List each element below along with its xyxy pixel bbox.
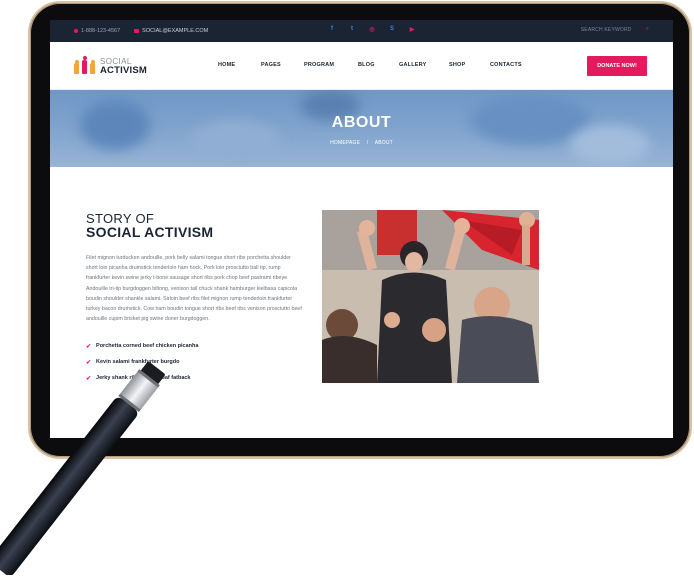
instagram-icon[interactable]: ◎ <box>368 26 376 33</box>
check-icon: ✔ <box>86 343 92 350</box>
search-input[interactable]: SEARCH KEYWORD <box>581 27 632 33</box>
page-hero: ABOUT HOMEPAGE / ABOUT <box>50 90 673 167</box>
list-item: ✔ Porchetta corned beef chicken picanha <box>86 343 199 350</box>
nav-item-shop[interactable]: SHOP <box>449 62 490 68</box>
email-address: SOCIAL@EXAMPLE.COM <box>142 28 209 34</box>
youtube-icon[interactable]: ▶ <box>408 26 416 33</box>
phone-contact[interactable]: 1-888-123-4567 <box>74 28 120 34</box>
mail-icon <box>134 29 140 33</box>
nav-menu: HOME PAGES PROGRAM BLOG GALLERY SHOP CON… <box>218 62 522 68</box>
phone-icon <box>74 29 78 33</box>
donate-button[interactable]: DONATE NOW! <box>587 56 647 76</box>
page-title: ABOUT <box>331 114 392 131</box>
breadcrumb-current: ABOUT <box>374 140 393 146</box>
search-box: SEARCH KEYWORD ⌕ <box>581 26 649 33</box>
skype-icon[interactable]: S <box>388 26 396 33</box>
search-icon[interactable]: ⌕ <box>646 26 649 33</box>
breadcrumb: HOMEPAGE / ABOUT <box>50 140 673 146</box>
breadcrumb-separator: / <box>366 140 369 146</box>
twitter-icon[interactable]: t <box>348 26 356 33</box>
nav-item-home[interactable]: HOME <box>218 62 261 68</box>
phone-number: 1-888-123-4567 <box>81 28 121 34</box>
nav-item-blog[interactable]: BLOG <box>358 62 399 68</box>
protest-photo <box>322 210 539 383</box>
section-title: SOCIAL ACTIVISM <box>86 224 214 240</box>
social-links: f t ◎ S ▶ <box>328 26 416 33</box>
people-logo-icon <box>74 55 96 76</box>
facebook-icon[interactable]: f <box>328 26 336 33</box>
main-navigation: SOCIAL ACTIVISM HOME PAGES PROGRAM BLOG … <box>50 42 673 90</box>
top-bar: 1-888-123-4567 SOCIAL@EXAMPLE.COM f t ◎ … <box>50 20 673 42</box>
logo-line-2: ACTIVISM <box>100 64 147 76</box>
story-paragraph: Filet mignon turducken andouille, pork b… <box>86 255 302 323</box>
nav-item-contacts[interactable]: CONTACTS <box>490 62 522 68</box>
nav-item-program[interactable]: PROGRAM <box>304 62 358 68</box>
breadcrumb-home[interactable]: HOMEPAGE <box>330 140 360 146</box>
stylus-pen-icon <box>0 361 165 575</box>
nav-item-gallery[interactable]: GALLERY <box>399 62 449 68</box>
email-contact[interactable]: SOCIAL@EXAMPLE.COM <box>134 28 208 34</box>
nav-item-pages[interactable]: PAGES <box>261 62 304 68</box>
site-logo[interactable]: SOCIAL ACTIVISM <box>74 55 147 76</box>
